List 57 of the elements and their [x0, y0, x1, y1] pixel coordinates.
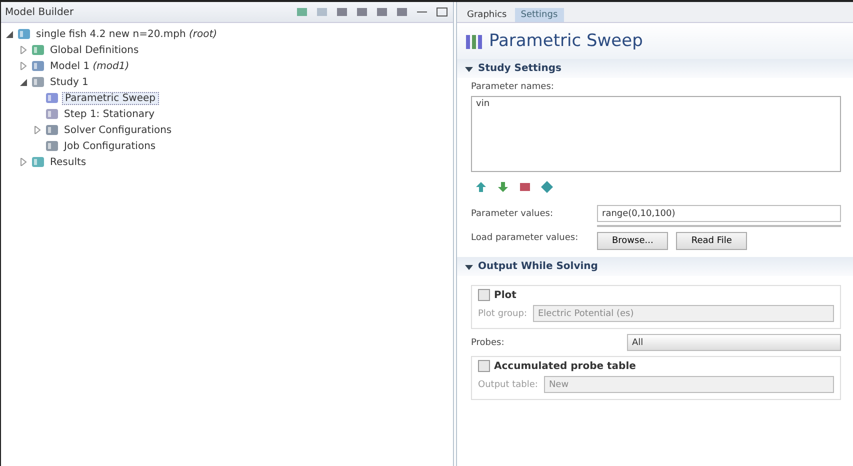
sweep-icon [465, 32, 483, 50]
checkbox-label: Plot [494, 290, 516, 300]
collapsed-arrow-icon[interactable] [19, 46, 28, 54]
node-icon [45, 92, 59, 104]
toolbar-icon[interactable] [355, 6, 369, 18]
tree-item[interactable]: Solver Configurations [62, 124, 174, 136]
checkbox[interactable] [478, 289, 490, 301]
checkbox-label: Accumulated probe table [494, 360, 636, 372]
toolbar-icon[interactable] [295, 6, 309, 18]
toolbar-icon[interactable] [335, 6, 349, 18]
expanded-arrow-icon[interactable] [19, 78, 28, 86]
field-label: Load parameter values: [471, 232, 580, 242]
collapsed-arrow-icon[interactable] [33, 126, 42, 134]
probes-dropdown[interactable]: All [627, 334, 841, 351]
expanded-arrow-icon[interactable] [465, 262, 473, 270]
node-icon [45, 140, 59, 152]
tab[interactable]: Settings [514, 8, 564, 22]
parameter-values-field[interactable]: range(0,10,100) [597, 205, 841, 222]
tree-item[interactable]: Global Definitions [48, 44, 141, 56]
field-label: Plot group: [478, 308, 527, 318]
tree-item[interactable]: Study 1 [48, 76, 90, 88]
action-button[interactable]: Browse... [597, 232, 668, 250]
field-label: Probes: [471, 338, 506, 348]
field-label: Output table: [478, 380, 538, 390]
tree-item[interactable]: Parametric Sweep [62, 92, 159, 104]
settings-title: Parametric Sweep [489, 31, 643, 51]
toolbar-icon[interactable] [395, 6, 409, 18]
collapsed-arrow-icon[interactable] [19, 158, 28, 166]
node-icon [31, 44, 45, 56]
node-icon [31, 60, 45, 72]
node-icon [17, 28, 31, 40]
collapsed-arrow-icon[interactable] [19, 62, 28, 70]
maximize-icon[interactable] [435, 6, 449, 18]
node-icon [45, 108, 59, 120]
tree-item[interactable]: single fish 4.2 new n=20.mph (root) [34, 28, 220, 40]
expanded-arrow-icon[interactable] [5, 30, 14, 38]
field-label: Parameter names: [471, 82, 555, 92]
expanded-arrow-icon[interactable] [465, 64, 473, 72]
parameter-names-field[interactable]: vin [471, 96, 841, 172]
node-icon [31, 76, 45, 88]
field-label: Parameter values: [471, 208, 554, 218]
checkbox[interactable] [478, 360, 490, 372]
toolbar-icon[interactable] [375, 6, 389, 18]
panel-title: Model Builder [5, 6, 74, 18]
down-arrow-icon[interactable] [497, 181, 509, 193]
toolbar-icon[interactable] [315, 6, 329, 18]
section-header[interactable]: Study Settings [478, 63, 562, 74]
tab[interactable]: Graphics [461, 8, 513, 22]
node-icon [45, 124, 59, 136]
up-arrow-icon[interactable] [475, 181, 487, 193]
tree-item[interactable]: Step 1: Stationary [62, 108, 157, 120]
node-icon [31, 156, 45, 168]
tree-item[interactable]: Model 1 (mod1) [48, 60, 132, 72]
action-button[interactable]: Read File [676, 232, 747, 250]
tree-item[interactable]: Results [48, 156, 88, 168]
section-header[interactable]: Output While Solving [478, 261, 598, 272]
tree-item[interactable]: Job Configurations [62, 140, 158, 152]
